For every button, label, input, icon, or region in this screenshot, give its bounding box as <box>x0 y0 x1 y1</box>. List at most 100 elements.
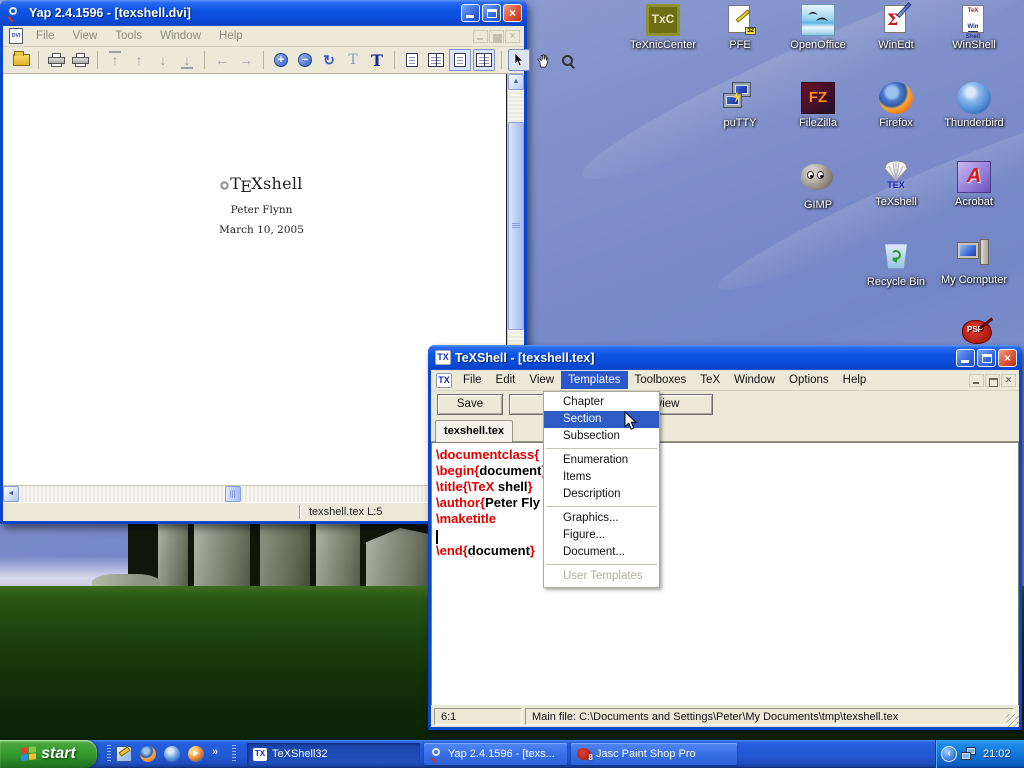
refresh-button[interactable]: ↻ <box>318 49 340 71</box>
desktop-icon-my-computer[interactable]: My Computer <box>938 239 1010 286</box>
select-tool-button[interactable] <box>508 49 530 71</box>
close-button[interactable]: × <box>503 4 522 22</box>
scroll-left-button[interactable]: ◄ <box>3 486 19 502</box>
desktop-icon-paint-shop-pro-partial[interactable]: PSP <box>962 320 992 344</box>
menu-tools[interactable]: Tools <box>106 27 151 45</box>
desktop-icon-label: TeXshell <box>860 196 932 208</box>
double-page-view-button[interactable] <box>425 49 447 71</box>
zoom-in-button[interactable]: + <box>270 49 292 71</box>
taskband-handle[interactable] <box>232 745 236 763</box>
close-button[interactable]: × <box>998 349 1017 367</box>
media-player-quicklaunch-icon[interactable]: ▶ <box>188 746 204 762</box>
text-mode-button[interactable]: T <box>366 49 388 71</box>
open-file-button[interactable] <box>10 49 32 71</box>
desktop-icon-winedt[interactable]: Σ WinEdt <box>860 4 932 51</box>
hand-tool-button[interactable] <box>532 49 554 71</box>
continuous-double-view-button[interactable] <box>473 49 495 71</box>
minimize-button[interactable] <box>956 349 975 367</box>
mdi-minimize-button[interactable] <box>969 374 984 387</box>
print-setup-button[interactable] <box>69 49 91 71</box>
desktop-icon-pfe[interactable]: 32 PFE <box>704 4 776 51</box>
menu-window[interactable]: Window <box>151 27 210 45</box>
vertical-scroll-thumb[interactable] <box>508 122 524 330</box>
menu-file[interactable]: File <box>27 27 64 45</box>
horizontal-scroll-thumb[interactable] <box>225 486 241 502</box>
taskbar-button-yap[interactable]: Yap 2.4.1596 - [texs... <box>424 743 567 765</box>
back-button[interactable]: ← <box>211 49 233 71</box>
menu-tex[interactable]: TeX <box>693 371 727 389</box>
resize-grip[interactable] <box>1006 714 1019 727</box>
save-button[interactable]: Save <box>437 394 503 415</box>
menu-item-description[interactable]: Description <box>544 486 659 503</box>
previous-page-button[interactable]: ↑ <box>128 49 150 71</box>
desktop-icon-recycle-bin[interactable]: Recycle Bin <box>860 239 932 288</box>
desktop-icon-thunderbird[interactable]: Thunderbird <box>938 82 1010 129</box>
show-desktop-icon[interactable] <box>116 746 132 762</box>
network-status-icon[interactable] <box>961 747 977 761</box>
desktop-icon-label: WinEdt <box>860 39 932 51</box>
next-page-button[interactable]: ↓ <box>152 49 174 71</box>
desktop-icon-winshell[interactable]: TeX Win Shell WinShell <box>938 4 1010 51</box>
menu-item-chapter[interactable]: Chapter <box>544 394 659 411</box>
taskbar-button-texshell32[interactable]: TX TeXShell32 <box>247 743 420 765</box>
firefox-quicklaunch-icon[interactable] <box>140 746 156 762</box>
gulls-glyph <box>802 5 834 35</box>
start-button[interactable]: start <box>0 740 97 768</box>
mdi-minimize-button[interactable] <box>473 30 488 43</box>
mdi-restore-button[interactable] <box>489 30 504 43</box>
texshell-editor[interactable]: \documentclass{ \begin{document} \title{… <box>431 442 1019 705</box>
minimize-button[interactable] <box>461 4 480 22</box>
continuous-view-button[interactable] <box>449 49 471 71</box>
menu-window[interactable]: Window <box>727 371 782 389</box>
menu-item-section[interactable]: Section <box>544 411 659 428</box>
zoom-out-button[interactable]: − <box>294 49 316 71</box>
scroll-up-button[interactable]: ▲ <box>508 74 524 90</box>
quicklaunch-overflow-chevron[interactable]: » <box>212 746 218 758</box>
thunderbird-quicklaunch-icon[interactable] <box>164 746 180 762</box>
menu-help[interactable]: Help <box>836 371 874 389</box>
single-page-view-button[interactable] <box>401 49 423 71</box>
zoom-in-icon: + <box>274 53 288 67</box>
desktop-icon-texniccenter[interactable]: TxC TeXnicCenter <box>627 4 699 51</box>
menu-item-items[interactable]: Items <box>544 469 659 486</box>
menu-item-graphics[interactable]: Graphics... <box>544 510 659 527</box>
menu-toolboxes[interactable]: Toolboxes <box>628 371 694 389</box>
desktop-icon-firefox[interactable]: Firefox <box>860 82 932 129</box>
mdi-close-button[interactable]: × <box>506 31 519 42</box>
tab-texshell-tex[interactable]: texshell.tex <box>435 420 513 442</box>
last-page-button[interactable]: ↓ <box>176 49 198 71</box>
page-shape: TeX Win Shell <box>962 5 984 33</box>
menu-view[interactable]: View <box>64 27 107 45</box>
taskbar-button-paint-shop-pro[interactable]: 8 Jasc Paint Shop Pro <box>571 743 737 765</box>
forward-button[interactable]: → <box>235 49 257 71</box>
ruler-tool-button[interactable]: T <box>342 49 364 71</box>
menu-file[interactable]: File <box>456 371 489 389</box>
maximize-button[interactable] <box>977 349 996 367</box>
winedt-icon: Σ <box>879 4 913 36</box>
tray-collapse-chevron[interactable]: ‹ <box>941 746 957 762</box>
texshell-titlebar[interactable]: TX TeXShell - [texshell.tex] × <box>428 345 1022 370</box>
first-page-button[interactable]: ↑ <box>104 49 126 71</box>
mdi-close-button[interactable]: × <box>1002 375 1015 386</box>
desktop-icon-putty[interactable]: puTTY <box>704 82 776 129</box>
menu-options[interactable]: Options <box>782 371 836 389</box>
yap-titlebar[interactable]: Yap 2.4.1596 - [texshell.dvi] × <box>0 0 527 26</box>
menu-view[interactable]: View <box>522 371 561 389</box>
menu-item-figure[interactable]: Figure... <box>544 527 659 544</box>
menu-edit[interactable]: Edit <box>489 371 523 389</box>
menu-item-document[interactable]: Document... <box>544 544 659 561</box>
mdi-restore-button[interactable] <box>985 374 1000 387</box>
desktop-icon-filezilla[interactable]: FZ FileZilla <box>782 82 854 129</box>
menu-item-enumeration[interactable]: Enumeration <box>544 452 659 469</box>
desktop-icon-texshell[interactable]: TEX TeXshell <box>860 161 932 208</box>
desktop-icon-openoffice[interactable]: OpenOffice <box>782 4 854 51</box>
quicklaunch-handle[interactable] <box>107 745 111 763</box>
desktop-icon-acrobat[interactable]: A Acrobat <box>938 161 1010 208</box>
magnifier-tool-button[interactable] <box>556 49 578 71</box>
maximize-button[interactable] <box>482 4 501 22</box>
print-button[interactable] <box>45 49 67 71</box>
desktop-icon-gimp[interactable]: GIMP <box>782 161 854 211</box>
menu-templates[interactable]: Templates <box>561 371 627 389</box>
menu-help[interactable]: Help <box>210 27 252 45</box>
menu-item-subsection[interactable]: Subsection <box>544 428 659 445</box>
